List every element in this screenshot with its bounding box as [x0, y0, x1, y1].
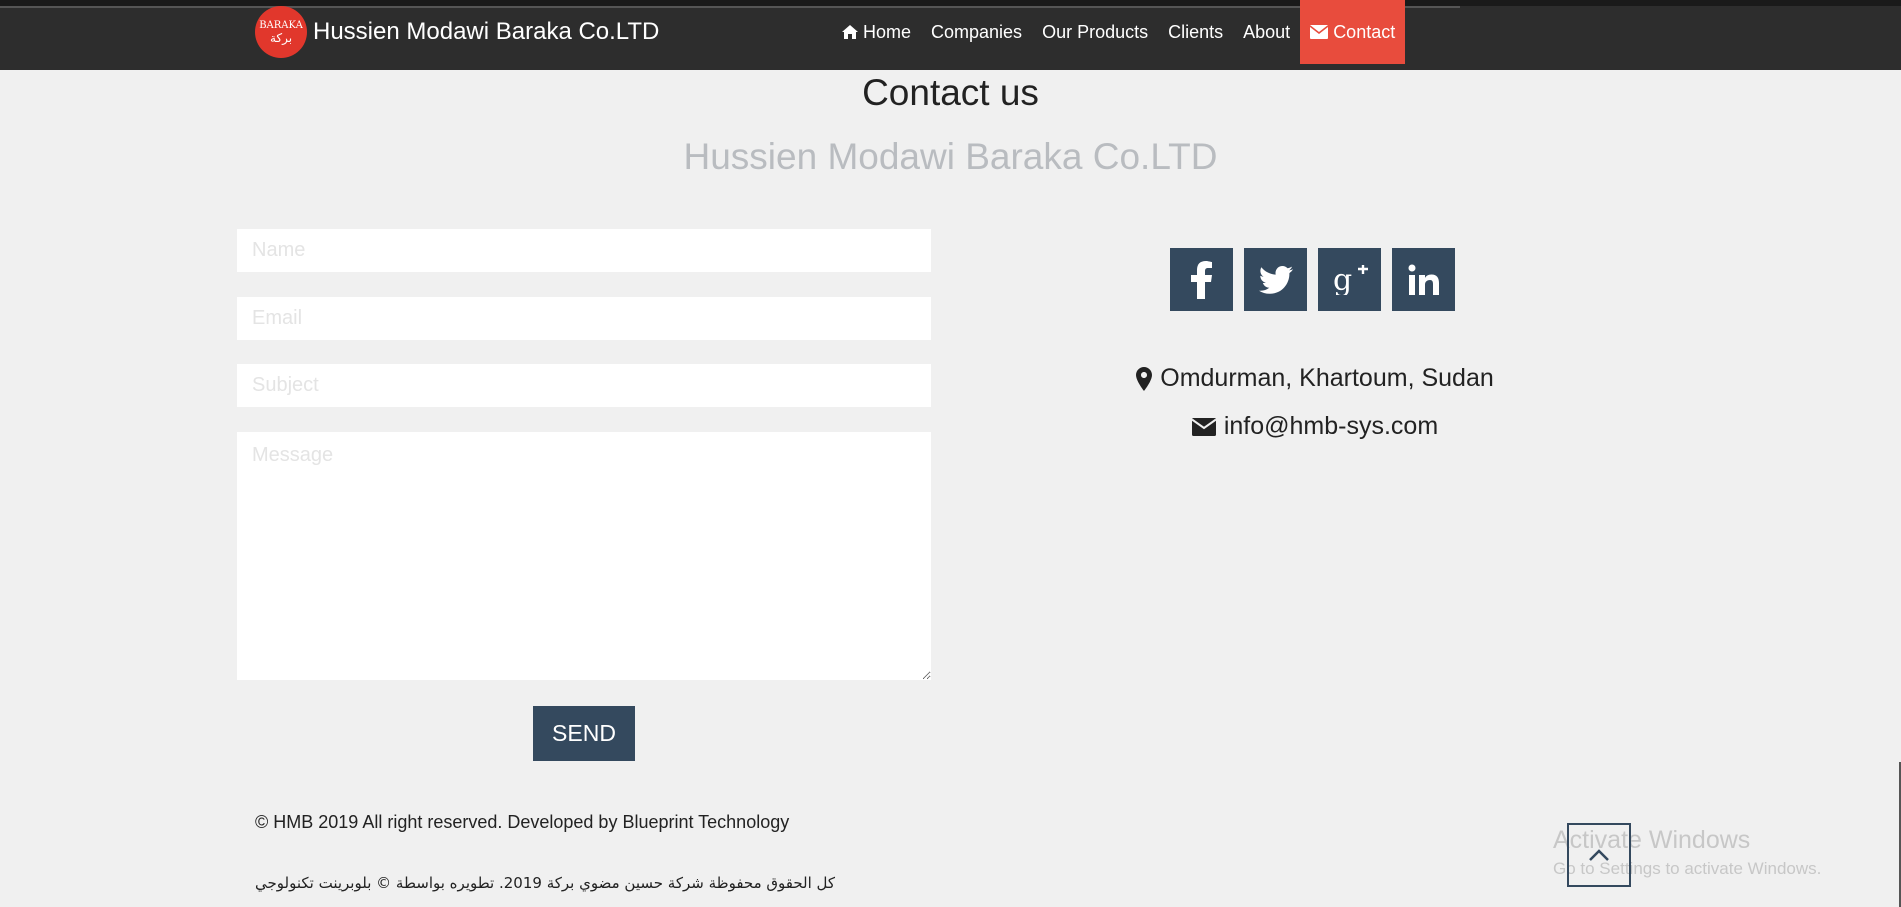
- nav-about[interactable]: About: [1233, 0, 1300, 64]
- twitter-icon: [1258, 265, 1293, 294]
- nav-about-label: About: [1243, 21, 1291, 42]
- google-plus-icon: g: [1333, 264, 1368, 295]
- brand-name: Hussien Modawi Baraka Co.LTD: [313, 18, 660, 45]
- nav-our-products[interactable]: Our Products: [1032, 0, 1158, 64]
- main-nav: Home Companies Our Products Clients Abou…: [832, 0, 1406, 64]
- logo-text-arabic: بركة: [269, 31, 293, 45]
- company-logo: BARAKA بركة: [255, 6, 307, 58]
- nav-companies-label: Companies: [931, 21, 1023, 42]
- send-button[interactable]: SEND: [533, 706, 635, 761]
- email-line: info@hmb-sys.com: [1040, 412, 1590, 441]
- footer-copyright: © HMB 2019 All right reserved. Developed…: [255, 812, 790, 832]
- envelope-icon: [1310, 25, 1329, 39]
- brand-link[interactable]: BARAKA بركة Hussien Modawi Baraka Co.LTD: [255, 6, 659, 58]
- map-marker-icon: [1136, 366, 1153, 391]
- linkedin-button[interactable]: [1392, 248, 1455, 311]
- message-field[interactable]: [237, 432, 931, 680]
- chevron-up-icon: [1589, 849, 1609, 861]
- facebook-icon: [1190, 260, 1212, 299]
- nav-contact[interactable]: Contact: [1300, 0, 1406, 64]
- footer-copyright-arabic: كل الحقوق محفوظة شركة حسين مضوي بركة 201…: [255, 874, 836, 892]
- nav-home-label: Home: [863, 21, 912, 42]
- name-field[interactable]: [237, 229, 931, 272]
- svg-text:g: g: [1333, 265, 1352, 295]
- nav-clients[interactable]: Clients: [1158, 0, 1233, 64]
- social-links: g: [1170, 248, 1455, 311]
- page-subtitle: Hussien Modawi Baraka Co.LTD: [683, 136, 1218, 177]
- subject-field[interactable]: [237, 364, 931, 407]
- nav-clients-label: Clients: [1168, 21, 1224, 42]
- home-icon: [842, 25, 858, 39]
- envelope-icon: [1191, 417, 1216, 436]
- nav-our-products-label: Our Products: [1042, 21, 1149, 42]
- facebook-button[interactable]: [1170, 248, 1233, 311]
- address-line: Omdurman, Khartoum, Sudan: [1040, 364, 1590, 393]
- scroll-to-top-button[interactable]: [1567, 823, 1631, 887]
- nav-companies[interactable]: Companies: [921, 0, 1032, 64]
- nav-contact-label: Contact: [1333, 21, 1396, 42]
- email-text: info@hmb-sys.com: [1223, 412, 1439, 440]
- page-title: Contact us: [862, 72, 1039, 113]
- email-field[interactable]: [237, 297, 931, 340]
- nav-home[interactable]: Home: [832, 0, 921, 64]
- linkedin-icon: [1408, 264, 1439, 295]
- google-plus-button[interactable]: g: [1318, 248, 1381, 311]
- address-text: Omdurman, Khartoum, Sudan: [1160, 364, 1494, 392]
- twitter-button[interactable]: [1244, 248, 1307, 311]
